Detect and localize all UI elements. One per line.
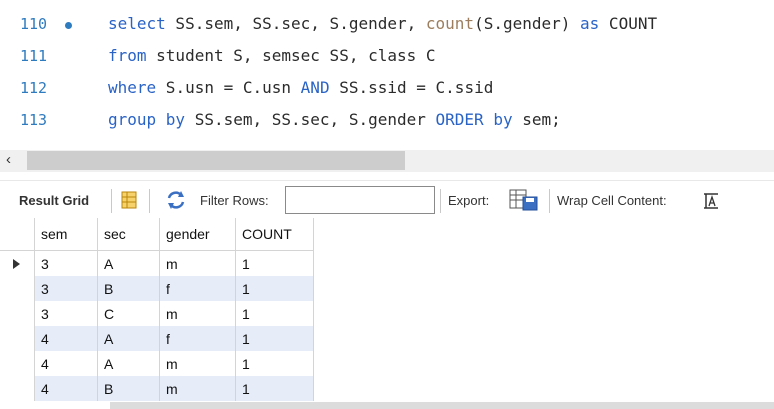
export-label: Export: [448, 193, 490, 208]
cell-count[interactable]: 1 [235, 250, 314, 276]
cell-sem[interactable]: 3 [34, 301, 98, 326]
column-header-gender[interactable]: gender [159, 218, 236, 251]
sql-keyword: as [580, 14, 600, 33]
code-line[interactable]: 111 from student S, semsec SS, class C [0, 40, 774, 72]
sql-text: SS.sem, SS.sec, S.gender [185, 110, 436, 129]
sql-text: COUNT [599, 14, 658, 33]
toolbar-divider [111, 189, 112, 213]
result-grid-tab[interactable]: Result Grid [19, 193, 89, 208]
sql-text: SS.sem, SS.sec, S.gender, [165, 14, 426, 33]
line-number: 111 [20, 47, 48, 65]
cell-count[interactable]: 1 [235, 376, 314, 401]
code-line[interactable]: 113 group by SS.sem, SS.sec, S.gender ORD… [0, 104, 774, 136]
table-row[interactable]: 4Af1 [0, 326, 314, 351]
row-selector[interactable] [0, 326, 35, 351]
cell-count[interactable]: 1 [235, 301, 314, 326]
row-selector[interactable] [0, 276, 35, 301]
sql-keyword: group by [108, 110, 186, 129]
cell-gender[interactable]: f [159, 276, 236, 301]
wrap-text-icon[interactable] [702, 192, 720, 210]
sql-code-text: group by SS.sem, SS.sec, S.gender ORDER … [108, 110, 561, 129]
row-selector-header[interactable] [0, 218, 35, 251]
sql-text: SS.ssid = C.ssid [329, 78, 494, 97]
cell-sem[interactable]: 3 [34, 250, 98, 276]
cell-gender[interactable]: m [159, 376, 236, 401]
code-line[interactable]: 112 where S.usn = C.usn AND SS.ssid = C.s… [0, 72, 774, 104]
current-row-caret-icon [13, 258, 20, 269]
row-selector[interactable] [0, 301, 35, 326]
table-row[interactable]: 4Am1 [0, 351, 314, 376]
sql-text: (S.gender) [474, 14, 581, 33]
cell-gender[interactable]: m [159, 301, 236, 326]
sql-code-text: where S.usn = C.usn AND SS.ssid = C.ssid [108, 78, 493, 97]
sql-function: count [425, 14, 475, 33]
sql-keyword: where [108, 78, 157, 97]
sql-keyword: ORDER by [435, 110, 513, 129]
grid-horizontal-scrollbar[interactable] [110, 402, 774, 409]
toolbar-divider [149, 189, 150, 213]
cell-sem[interactable]: 4 [34, 326, 98, 351]
cell-count[interactable]: 1 [235, 326, 314, 351]
sql-text: S.usn = C.usn [156, 78, 301, 97]
result-table: sem sec gender COUNT 3Am13Bf13Cm14Af14Am… [0, 218, 314, 401]
filter-rows-label: Filter Rows: [200, 193, 269, 208]
export-icon[interactable] [509, 188, 539, 212]
line-number: 110 [20, 15, 48, 33]
table-row[interactable]: 4Bm1 [0, 376, 314, 401]
table-row[interactable]: 3Am1 [0, 250, 314, 276]
cell-gender[interactable]: f [159, 326, 236, 351]
scrollbar-thumb[interactable] [27, 151, 405, 170]
cell-count[interactable]: 1 [235, 351, 314, 376]
sql-text: student S, semsec SS, class C [146, 46, 436, 65]
cell-sec[interactable]: B [97, 376, 160, 401]
cell-sem[interactable]: 3 [34, 276, 98, 301]
row-selector[interactable] [0, 376, 35, 401]
refresh-arrows-icon[interactable] [165, 189, 187, 211]
cell-sec[interactable]: B [97, 276, 160, 301]
cell-count[interactable]: 1 [235, 276, 314, 301]
row-selector[interactable] [0, 351, 35, 376]
filter-rows-input[interactable] [285, 186, 435, 214]
toolbar-divider [440, 189, 441, 213]
sql-text: sem; [512, 110, 561, 129]
line-number: 113 [20, 111, 48, 129]
column-header-count[interactable]: COUNT [235, 218, 314, 251]
sql-keyword: from [108, 46, 147, 65]
sql-code-text: select SS.sem, SS.sec, S.gender, count(S… [108, 14, 657, 33]
cell-sec[interactable]: A [97, 326, 160, 351]
result-grid[interactable]: sem sec gender COUNT 3Am13Bf13Cm14Af14Am… [0, 218, 774, 409]
row-selector[interactable] [0, 250, 35, 276]
sql-editor[interactable]: 110 select SS.sem, SS.sec, S.gender, coun… [0, 0, 774, 150]
code-line[interactable]: 110 select SS.sem, SS.sec, S.gender, coun… [0, 8, 774, 40]
cell-sec[interactable]: A [97, 250, 160, 276]
line-number: 112 [20, 79, 48, 97]
result-toolbar: Result Grid Filter Rows: Export: Wrap Ce… [0, 180, 774, 221]
editor-horizontal-scrollbar[interactable]: ‹ [0, 150, 774, 172]
cell-sec[interactable]: A [97, 351, 160, 376]
header-row: sem sec gender COUNT [0, 218, 314, 251]
grid-layout-icon[interactable] [121, 191, 137, 209]
toolbar-divider [549, 189, 550, 213]
cell-gender[interactable]: m [159, 351, 236, 376]
table-row[interactable]: 3Cm1 [0, 301, 314, 326]
cell-sec[interactable]: C [97, 301, 160, 326]
column-header-sem[interactable]: sem [34, 218, 98, 251]
sql-keyword: select [108, 14, 166, 33]
sql-keyword: AND [300, 78, 330, 97]
cell-sem[interactable]: 4 [34, 351, 98, 376]
wrap-cell-content-label: Wrap Cell Content: [557, 193, 667, 208]
scroll-left-arrow-icon[interactable]: ‹ [6, 151, 11, 168]
execution-marker-icon [65, 22, 72, 29]
table-row[interactable]: 3Bf1 [0, 276, 314, 301]
sql-code-text: from student S, semsec SS, class C [108, 46, 436, 65]
column-header-sec[interactable]: sec [97, 218, 160, 251]
cell-sem[interactable]: 4 [34, 376, 98, 401]
cell-gender[interactable]: m [159, 250, 236, 276]
